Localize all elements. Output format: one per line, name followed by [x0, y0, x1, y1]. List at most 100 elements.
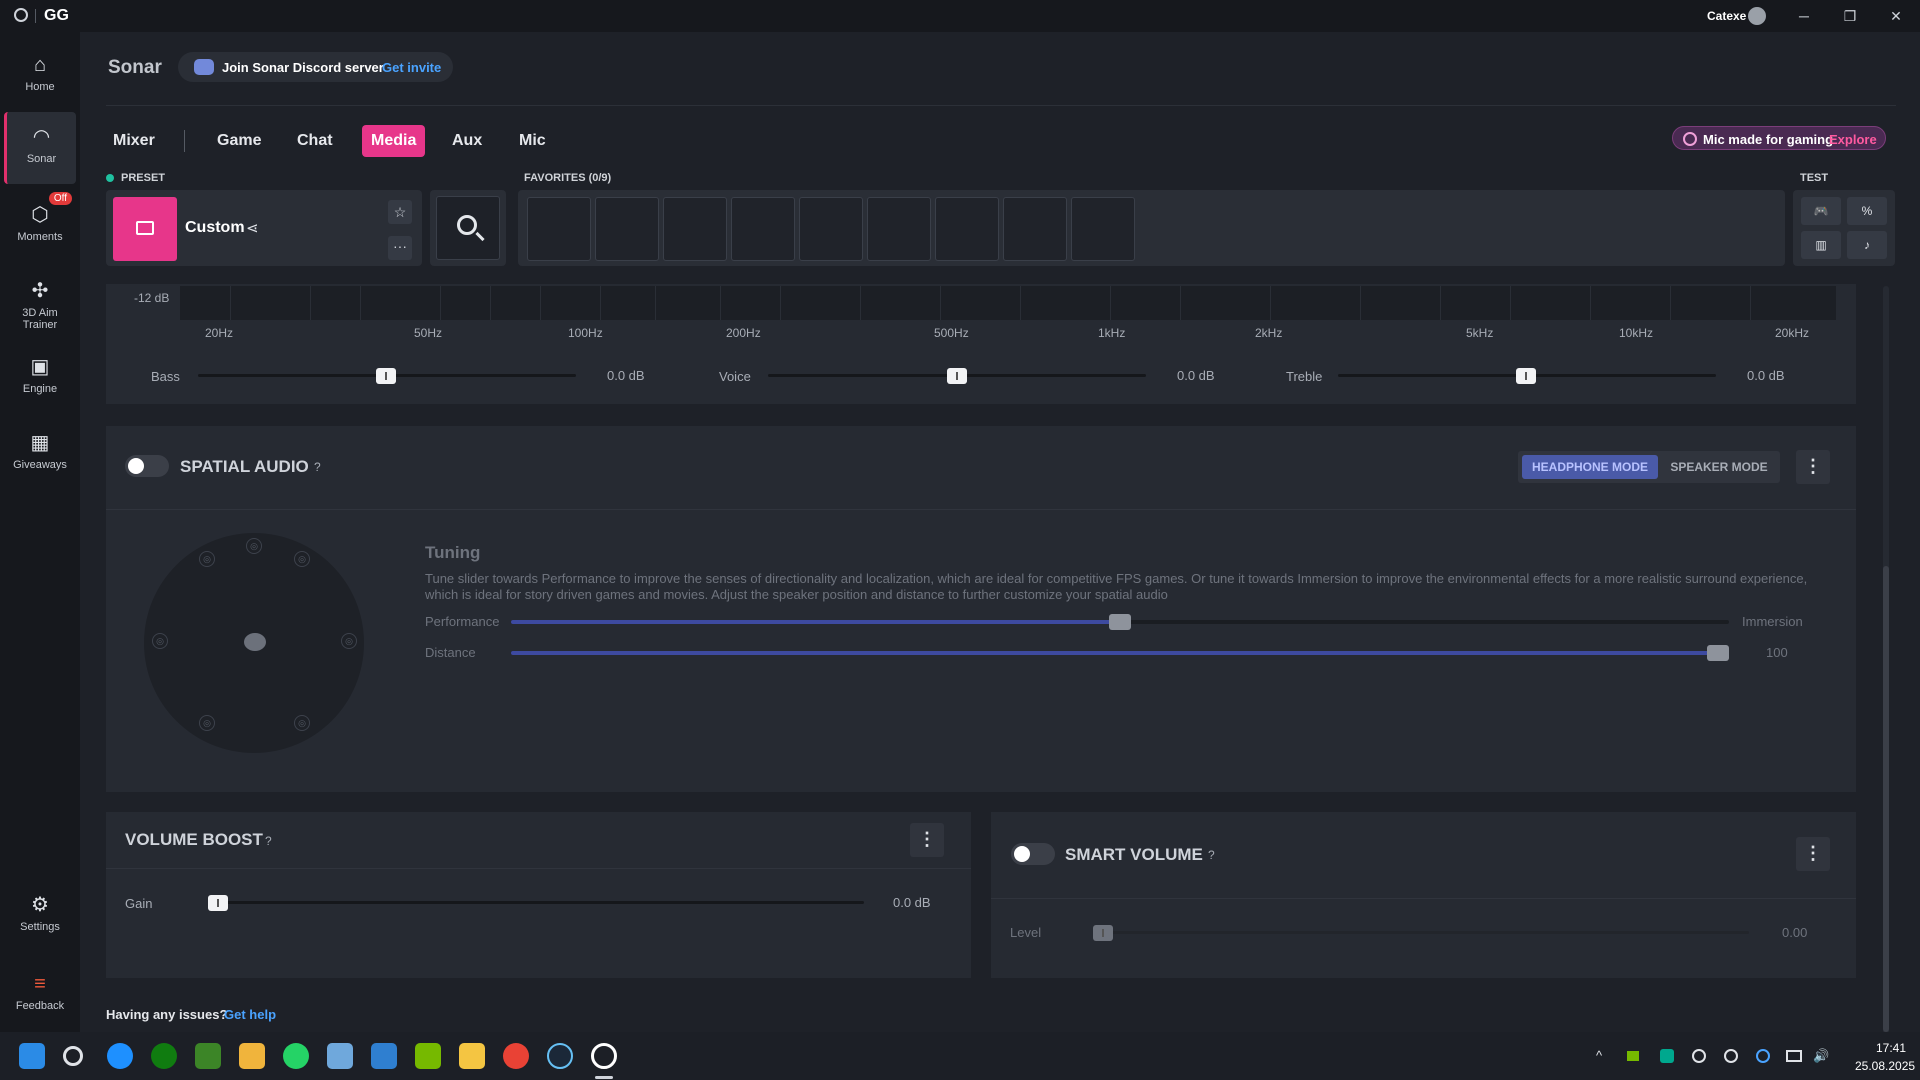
favorite-slot[interactable] [527, 197, 591, 261]
tab-mixer[interactable]: Mixer [104, 125, 164, 157]
minimize-button[interactable]: ─ [1794, 6, 1814, 26]
spatial-menu-button[interactable]: ⋮ [1796, 450, 1830, 484]
spatial-audio-toggle[interactable] [125, 455, 169, 477]
kaspersky-tray-icon[interactable] [1660, 1049, 1674, 1063]
sidebar-item-feedback[interactable]: ≡ Feedback [4, 959, 76, 1031]
speaker-mode-button[interactable]: SPEAKER MODE [1662, 455, 1776, 479]
favorite-slot[interactable] [595, 197, 659, 261]
help-icon[interactable]: ? [265, 834, 272, 848]
headphone-mode-button[interactable]: HEADPHONE MODE [1522, 455, 1658, 479]
get-help-link[interactable]: Get help [224, 1007, 276, 1022]
freq-label: 10kHz [1619, 326, 1654, 340]
sidebar-item-settings[interactable]: ⚙ Settings [4, 880, 76, 952]
treble-slider-handle[interactable] [1516, 368, 1536, 384]
steelseries-logo-icon [14, 8, 28, 22]
favorite-slot[interactable] [1071, 197, 1135, 261]
sidebar-item-giveaways[interactable]: ▦ Giveaways [4, 418, 76, 490]
username[interactable]: Catexe [1707, 9, 1746, 23]
control-panel-icon[interactable] [327, 1043, 353, 1069]
favorite-slot[interactable] [1003, 197, 1067, 261]
sidebar-item-3d-aim-trainer[interactable]: ✣ 3D Aim Trainer [4, 266, 76, 346]
tab-mic[interactable]: Mic [510, 125, 555, 157]
network-icon[interactable] [1786, 1050, 1802, 1062]
clock-date[interactable]: 25.08.2025 [1855, 1059, 1915, 1073]
speaker-icon[interactable]: ◎ [341, 633, 357, 649]
freq-label: 20Hz [205, 326, 234, 340]
smart-volume-toggle[interactable] [1011, 843, 1055, 865]
discord-banner[interactable]: Join Sonar Discord server Get invite [178, 52, 453, 82]
windows-start-icon[interactable] [19, 1043, 45, 1069]
equalizer-graph[interactable] [180, 286, 1836, 320]
favorite-slot[interactable] [867, 197, 931, 261]
speaker-icon[interactable]: ◎ [199, 551, 215, 567]
favorite-slot[interactable] [731, 197, 795, 261]
sidebar-item-sonar[interactable]: ◠ Sonar [4, 112, 76, 184]
favorite-slot[interactable] [799, 197, 863, 261]
preset-search-button[interactable] [430, 190, 506, 266]
test-media-button[interactable]: ▥ [1801, 231, 1841, 259]
speaker-icon[interactable]: ◎ [152, 633, 168, 649]
back-tray-icon[interactable] [1692, 1049, 1706, 1063]
share-icon[interactable]: ⋖ [246, 219, 259, 237]
tab-media[interactable]: Media [362, 125, 426, 157]
sidebar-item-home[interactable]: ⌂ Home [4, 40, 76, 112]
more-icon[interactable]: ··· [388, 236, 412, 260]
tab-chat[interactable]: Chat [288, 125, 342, 157]
minecraft-icon[interactable] [195, 1043, 221, 1069]
speaker-icon[interactable]: ◎ [199, 715, 215, 731]
test-chat-button[interactable]: % [1847, 197, 1887, 225]
cortana-tray-icon[interactable] [1756, 1049, 1770, 1063]
tab-game[interactable]: Game [208, 125, 270, 157]
tuning-slider-handle[interactable] [1109, 614, 1131, 630]
volume-icon[interactable]: 🔊 [1813, 1048, 1829, 1064]
tray-overflow-icon[interactable]: ^ [1596, 1048, 1602, 1063]
test-game-button[interactable]: 🎮 [1801, 197, 1841, 225]
favorite-slot[interactable] [663, 197, 727, 261]
mic-promo-banner[interactable]: Mic made for gaming Explore [1672, 126, 1886, 150]
test-music-button[interactable]: ♪ [1847, 231, 1887, 259]
distance-slider-handle[interactable] [1707, 645, 1729, 661]
gain-slider-handle[interactable] [208, 895, 228, 911]
level-slider-track[interactable] [1093, 931, 1749, 934]
sidebar-item-moments[interactable]: Off ⬡ Moments [4, 190, 76, 262]
avatar[interactable] [1748, 7, 1766, 25]
speaker-icon[interactable]: ◎ [246, 538, 262, 554]
search-icon[interactable] [63, 1046, 83, 1066]
get-invite-link[interactable]: Get invite [382, 60, 441, 75]
gain-slider-track[interactable] [208, 901, 864, 904]
close-button[interactable]: ✕ [1886, 6, 1906, 26]
help-icon[interactable]: ? [314, 460, 321, 474]
whatsapp-icon[interactable] [283, 1043, 309, 1069]
scrollbar-thumb[interactable] [1883, 566, 1889, 1032]
restore-button[interactable]: ❐ [1840, 6, 1860, 26]
level-slider-handle[interactable] [1093, 925, 1113, 941]
nvidia-tray-icon[interactable] [1627, 1051, 1639, 1061]
edge-icon[interactable] [107, 1043, 133, 1069]
speaker-icon[interactable]: ◎ [294, 715, 310, 731]
app-name: GG [44, 7, 69, 24]
steelseries-tray-icon[interactable] [1724, 1049, 1738, 1063]
speaker-icon[interactable]: ◎ [294, 551, 310, 567]
tab-aux[interactable]: Aux [443, 125, 491, 157]
star-icon[interactable]: ☆ [388, 200, 412, 224]
divider [106, 868, 971, 869]
smart-volume-menu-button[interactable]: ⋮ [1796, 837, 1830, 871]
steam-icon[interactable] [547, 1043, 573, 1069]
nvidia-icon[interactable] [415, 1043, 441, 1069]
chrome-icon[interactable] [503, 1043, 529, 1069]
photos-icon[interactable] [371, 1043, 397, 1069]
file-explorer-icon[interactable] [459, 1043, 485, 1069]
favorite-slot[interactable] [935, 197, 999, 261]
clock-time[interactable]: 17:41 [1876, 1041, 1906, 1055]
xbox-icon[interactable] [151, 1043, 177, 1069]
voice-slider-handle[interactable] [947, 368, 967, 384]
steelseries-gg-icon[interactable] [591, 1043, 617, 1069]
help-icon[interactable]: ? [1208, 848, 1215, 862]
bass-slider-handle[interactable] [376, 368, 396, 384]
sidebar-item-engine[interactable]: ▣ Engine [4, 342, 76, 414]
volume-boost-menu-button[interactable]: ⋮ [910, 823, 944, 857]
distance-slider-track[interactable] [511, 651, 1729, 655]
explore-link[interactable]: Explore [1829, 132, 1877, 147]
store-icon[interactable] [239, 1043, 265, 1069]
tuning-description: Tune slider towards Performance to impro… [425, 571, 1808, 602]
